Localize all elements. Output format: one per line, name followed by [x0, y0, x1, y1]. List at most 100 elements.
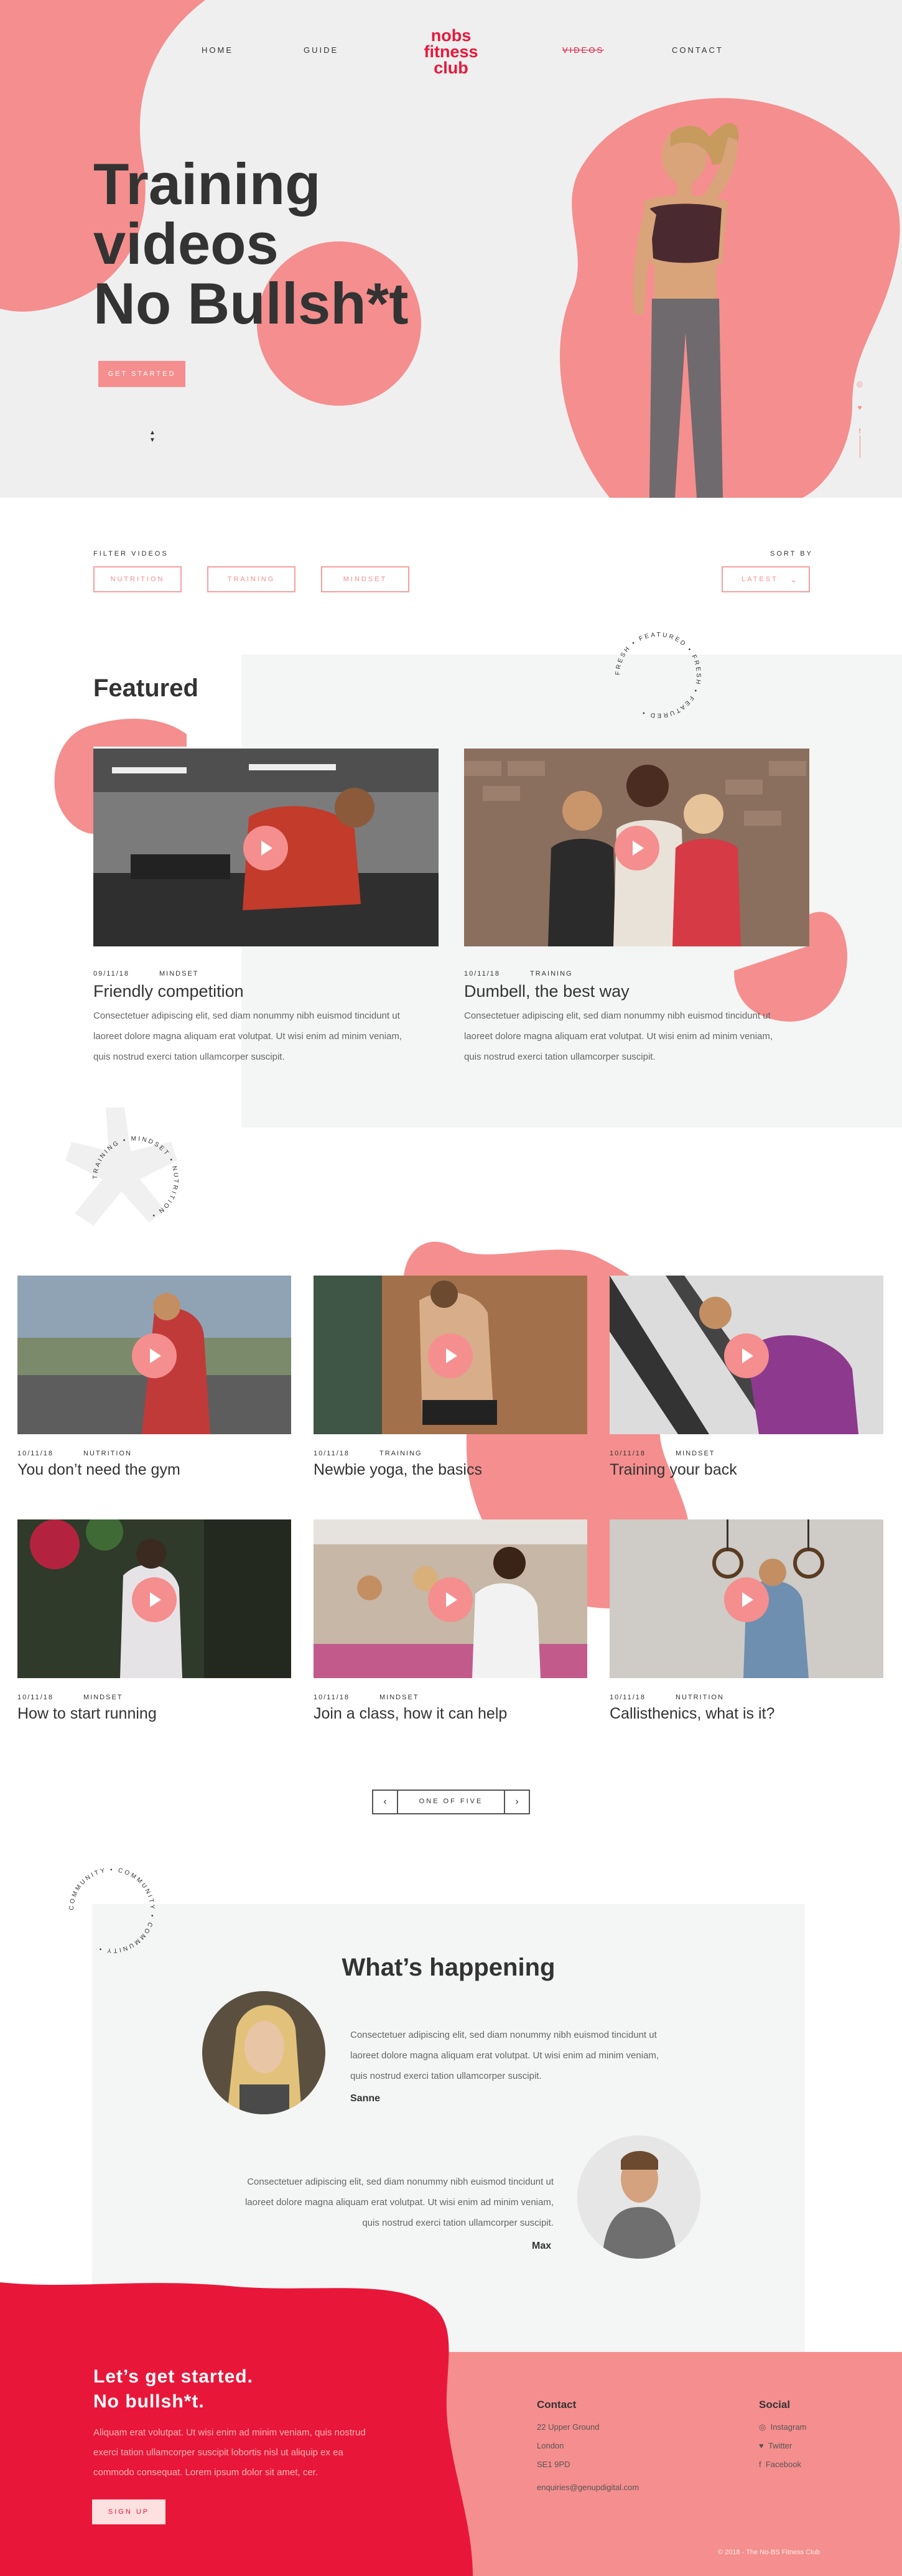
footer-headline-line: Let’s get started. — [93, 2366, 253, 2387]
footer-facebook-link[interactable]: f Facebook — [759, 2460, 801, 2469]
card-meta: 10/11/18 MINDSET — [314, 1694, 419, 1701]
play-icon[interactable] — [132, 1577, 177, 1622]
social-label: Twitter — [768, 2441, 793, 2450]
post-text: Consectetuer adipiscing elit, sed diam n… — [221, 2172, 554, 2233]
card-description: Consectetuer adipiscing elit, sed diam n… — [93, 1006, 402, 1067]
video-thumbnail[interactable] — [314, 1519, 587, 1678]
card-meta: 10/11/18 NUTRITION — [17, 1450, 132, 1457]
chevron-right-icon[interactable]: › — [504, 1791, 529, 1813]
play-icon[interactable] — [724, 1333, 769, 1378]
contact-line: London — [537, 2441, 564, 2450]
post-author: Max — [532, 2241, 552, 2251]
quote-line: Consectetuer adipiscing elit, sed diam n… — [247, 2177, 554, 2187]
card-date: 10/11/18 — [314, 1694, 350, 1701]
card-title[interactable]: You don’t need the gym — [17, 1461, 180, 1479]
svg-text:FRESH • FEATURED • FRESH • FEA: FRESH • FEATURED • FRESH • FEATURED • — [615, 632, 702, 719]
social-heading: Social — [759, 2399, 791, 2410]
play-icon[interactable] — [724, 1577, 769, 1622]
card-meta: 10/11/18 NUTRITION — [610, 1694, 724, 1701]
desc-line: Consectetuer adipiscing elit, sed diam n… — [464, 1010, 771, 1021]
avatar — [577, 2135, 700, 2259]
page: HOME GUIDE nobs fitness club VIDEOS CONT… — [0, 0, 902, 2576]
card-title[interactable]: Friendly competition — [93, 982, 244, 1001]
video-thumbnail[interactable] — [610, 1519, 883, 1678]
card-category: NUTRITION — [676, 1694, 724, 1701]
video-thumbnail[interactable] — [610, 1276, 883, 1434]
play-icon[interactable] — [243, 826, 288, 870]
desc-line: laoreet dolore magna aliquam erat volutp… — [93, 1031, 402, 1042]
featured-video-thumbnail[interactable] — [464, 749, 809, 946]
video-thumbnail[interactable] — [17, 1276, 291, 1434]
card-date: 10/11/18 — [464, 970, 501, 978]
footer-body-line: exerci tation ullamcorper suscipit lobor… — [93, 2447, 343, 2458]
pagination-label: ONE OF FIVE — [419, 1798, 483, 1805]
card-meta: 09/11/18 MINDSET — [93, 970, 199, 978]
svg-text:COMMUNITY • COMMUNITY • COMMUN: COMMUNITY • COMMUNITY • COMMUNITY • — [68, 1867, 156, 1954]
card-meta: 10/11/18 TRAINING — [464, 970, 573, 978]
quote-line: quis nostrud exerci tation ullamcorper s… — [350, 2071, 542, 2081]
featured-circle-badge: FRESH • FEATURED • FRESH • FEATURED • — [615, 632, 702, 719]
happening-title: What’s happening — [342, 1954, 556, 1981]
video-thumbnail[interactable] — [17, 1519, 291, 1678]
quote-line: quis nostrud exerci tation ullamcorper s… — [362, 2218, 554, 2228]
footer-body-line: commodo consequat. Lorem ipsum dolor sit… — [93, 2467, 318, 2478]
card-date: 10/11/18 — [610, 1694, 646, 1701]
footer-headline: Let’s get started. No bullsh*t. — [93, 2364, 253, 2414]
card-meta: 10/11/18 TRAINING — [314, 1450, 422, 1457]
copyright: © 2018 - The No-BS Fitness Club — [718, 2549, 820, 2556]
card-category: TRAINING — [379, 1450, 422, 1457]
contact-line: 22 Upper Ground — [537, 2422, 600, 2432]
svg-text:TRAINING • MINDSET • NUTRITION: TRAINING • MINDSET • NUTRITION • — [92, 1136, 179, 1220]
card-title[interactable]: Training your back — [610, 1461, 737, 1479]
card-title[interactable]: Dumbell, the best way — [464, 982, 630, 1001]
play-icon[interactable] — [132, 1333, 177, 1378]
card-category: MINDSET — [676, 1450, 715, 1457]
card-title[interactable]: Newbie yoga, the basics — [314, 1461, 482, 1479]
play-icon[interactable] — [428, 1333, 473, 1378]
avatar — [202, 1991, 325, 2114]
social-label: Facebook — [765, 2460, 801, 2469]
max-photo — [577, 2135, 700, 2259]
contact-email-link[interactable]: enquiries@genupdigital.com — [537, 2483, 639, 2492]
card-meta: 10/11/18 MINDSET — [17, 1694, 123, 1701]
footer-body-line: Aliquam erat volutpat. Ut wisi enim ad m… — [93, 2427, 366, 2438]
footer-twitter-link[interactable]: ♥ Twitter — [759, 2441, 792, 2450]
desc-line: quis nostrud exerci tation ullamcorper s… — [93, 1052, 285, 1062]
desc-line: laoreet dolore magna aliquam erat volutp… — [464, 1031, 773, 1042]
facebook-icon: f — [759, 2460, 761, 2469]
card-date: 09/11/18 — [93, 970, 130, 978]
instagram-icon: ◎ — [759, 2422, 766, 2432]
grid-circle-badge: TRAINING • MINDSET • NUTRITION • — [92, 1136, 179, 1220]
card-date: 10/11/18 — [17, 1694, 54, 1701]
play-icon[interactable] — [615, 826, 659, 870]
footer-body: Aliquam erat volutpat. Ut wisi enim ad m… — [93, 2423, 411, 2483]
card-date: 10/11/18 — [610, 1450, 646, 1457]
sign-up-button[interactable]: SIGN UP — [92, 2499, 165, 2524]
post-author: Sanne — [350, 2093, 381, 2104]
social-label: Instagram — [770, 2422, 807, 2432]
card-category: MINDSET — [159, 970, 199, 978]
desc-line: quis nostrud exerci tation ullamcorper s… — [464, 1052, 656, 1062]
featured-video-thumbnail[interactable] — [93, 749, 439, 946]
community-circle-badge: COMMUNITY • COMMUNITY • COMMUNITY • — [68, 1867, 156, 1954]
card-title[interactable]: How to start running — [17, 1705, 157, 1723]
card-title[interactable]: Join a class, how it can help — [314, 1705, 507, 1723]
video-thumbnail[interactable] — [314, 1276, 587, 1434]
chevron-left-icon[interactable]: ‹ — [373, 1791, 398, 1813]
card-title[interactable]: Callisthenics, what is it? — [610, 1705, 774, 1723]
sanne-photo — [202, 1991, 325, 2114]
card-date: 10/11/18 — [17, 1450, 54, 1457]
quote-line: Consectetuer adipiscing elit, sed diam n… — [350, 2030, 657, 2040]
card-category: TRAINING — [530, 970, 573, 978]
card-meta: 10/11/18 MINDSET — [610, 1450, 715, 1457]
card-category: MINDSET — [83, 1694, 123, 1701]
footer-headline-line: No bullsh*t. — [93, 2391, 205, 2412]
card-description: Consectetuer adipiscing elit, sed diam n… — [464, 1006, 773, 1067]
quote-line: laoreet dolore magna aliquam erat volutp… — [244, 2197, 554, 2208]
card-date: 10/11/18 — [314, 1450, 350, 1457]
twitter-icon: ♥ — [759, 2441, 764, 2450]
play-icon[interactable] — [428, 1577, 473, 1622]
contact-line: SE1 9PD — [537, 2460, 570, 2469]
footer-instagram-link[interactable]: ◎ Instagram — [759, 2422, 806, 2432]
featured-title: Featured — [93, 674, 198, 702]
